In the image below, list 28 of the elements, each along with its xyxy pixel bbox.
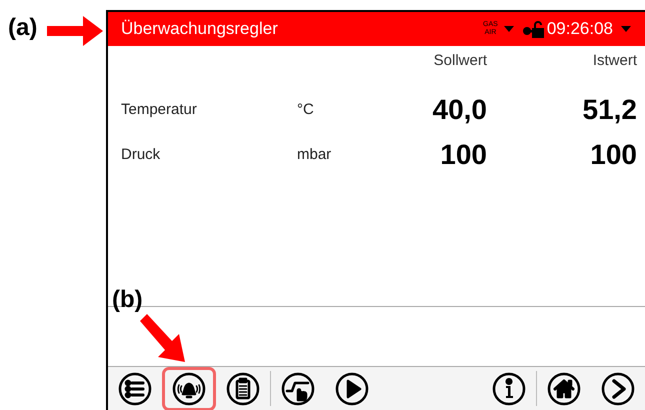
caret-icon[interactable] (504, 26, 514, 32)
callout-arrow (47, 16, 103, 46)
clock-time: 09:26:08 (546, 19, 613, 39)
setpoint-value: 100 (439, 138, 487, 172)
info-icon (492, 372, 526, 406)
actual-value: 100 (589, 138, 637, 172)
setpoint-value: 40,0 (432, 92, 487, 126)
column-header: Sollwert (432, 52, 487, 71)
window-title: Überwachungsregler (121, 19, 279, 39)
callout-label: (b) (112, 286, 143, 314)
column-header: Istwert (592, 52, 637, 71)
unit-label: mbar (297, 145, 332, 165)
clipboard-icon (226, 372, 260, 406)
play-icon (335, 372, 369, 406)
parameter-name: Druck (121, 145, 162, 165)
list-icon (118, 372, 152, 406)
lock-key-icon (522, 20, 544, 38)
caret-icon[interactable] (621, 26, 631, 32)
chevron-right-icon (601, 372, 635, 406)
alarm-button[interactable] (162, 367, 216, 410)
parameter-name: Temperatur (121, 100, 198, 120)
callout-arrow (140, 314, 186, 362)
unit-label: °C (297, 100, 315, 120)
home-icon (547, 372, 581, 406)
actual-value: 51,2 (582, 92, 637, 126)
bell-icon (172, 372, 206, 406)
hand-step-icon (281, 372, 315, 406)
callout-label: (a) (8, 14, 38, 42)
